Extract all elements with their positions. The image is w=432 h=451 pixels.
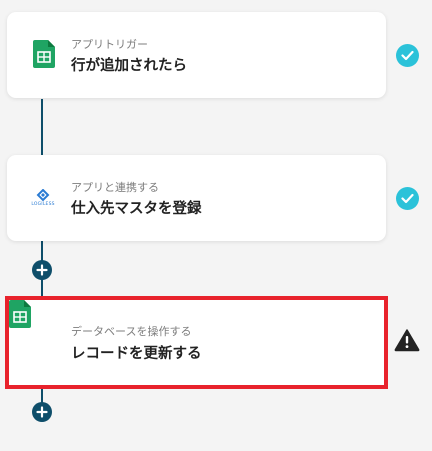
logiless-logo-icon: LOGILESS [29,189,57,211]
connector-line-1 [41,99,43,157]
add-step-button[interactable] [32,402,52,422]
check-icon [396,44,419,67]
flow-step-database-selected[interactable]: データベースを操作する レコードを更新する [5,296,388,389]
step-title: レコードを更新する [71,346,202,362]
step-subtitle: アプリトリガー [71,38,148,51]
flow-step-trigger[interactable]: アプリトリガー 行が追加されたら [7,12,386,98]
flow-step-app-action[interactable]: LOGILESS アプリと連携する 仕入先マスタを登録 [7,155,386,241]
google-sheets-icon [33,40,55,72]
add-step-button[interactable] [32,260,52,280]
warning-icon [394,328,420,356]
google-sheets-icon [9,300,31,332]
logiless-logo-text: LOGILESS [31,202,55,207]
step-title: 仕入先マスタを登録 [71,201,202,217]
step-subtitle: アプリと連携する [71,181,159,194]
step-subtitle: データベースを操作する [71,325,192,338]
step-title: 行が追加されたら [71,58,187,74]
check-icon [396,187,419,210]
